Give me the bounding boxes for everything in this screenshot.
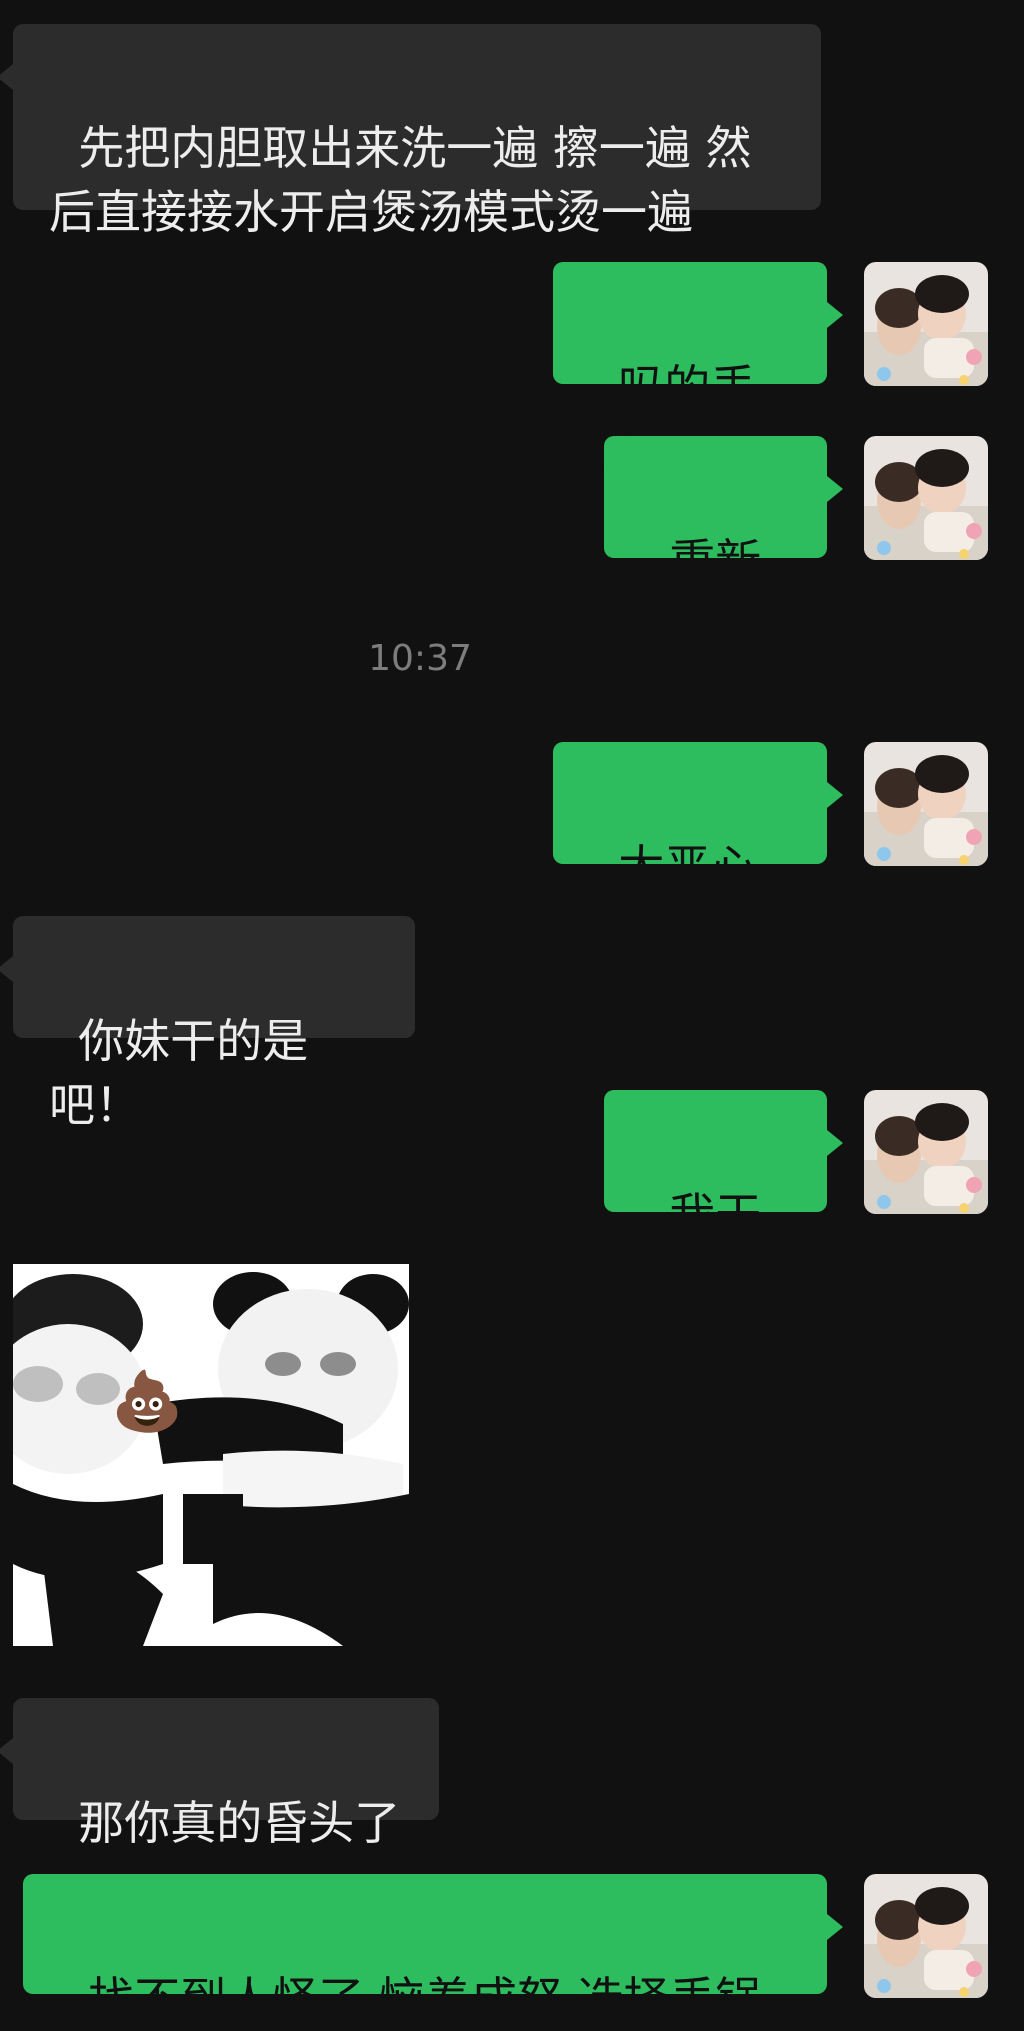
message-text: 我干的 [640,1188,762,1306]
user-avatar[interactable] [864,1874,988,1998]
poo-emoji: 💩 [111,1367,184,1435]
message-bubble-incoming[interactable]: 先把内胆取出来洗一遍 擦一遍 然 后直接接水开启煲汤模式烫一遍 [0,24,821,239]
user-avatar[interactable] [864,1090,988,1214]
message-text: 重新买 [640,534,762,652]
message-text: 你妹干的是吧！ [49,1014,309,1132]
message-text: 先把内胆取出来洗一遍 擦一遍 然 后直接接水开启煲汤模式烫一遍 [49,121,752,239]
avatar-image [864,1090,988,1214]
message-bubble-outgoing[interactable]: 找不到人怪了 恼羞成怒 选择丢锅 [23,1874,843,2026]
message-text: 那你真的昏头了 [78,1796,401,1850]
avatar-image [864,262,988,386]
message-text: 找不到人怪了 恼羞成怒 选择丢锅 [88,1972,762,2026]
avatar-image [864,742,988,866]
message-bubble-incoming[interactable]: 那你真的昏头了 [0,1698,439,1850]
message-bubble-outgoing[interactable]: 重新买 [604,436,843,652]
user-avatar[interactable] [864,262,988,386]
message-bubble-outgoing[interactable]: 我干的 [604,1090,843,1306]
message-bubble-outgoing[interactable]: 太恶心了 [553,742,843,958]
avatar-image [864,1874,988,1998]
message-bubble-incoming[interactable]: 你妹干的是吧！ [0,916,415,1132]
user-avatar[interactable] [864,436,988,560]
avatar-image [864,436,988,560]
chat-timestamp: 10:37 [368,638,472,679]
message-text: 太恶心了 [589,840,757,958]
sticker-image [13,1264,409,1646]
message-bubble-outgoing[interactable]: 吗的丢了 [553,262,843,478]
panda-meme-sticker[interactable]: 💩 [13,1264,409,1646]
user-avatar[interactable] [864,742,988,866]
